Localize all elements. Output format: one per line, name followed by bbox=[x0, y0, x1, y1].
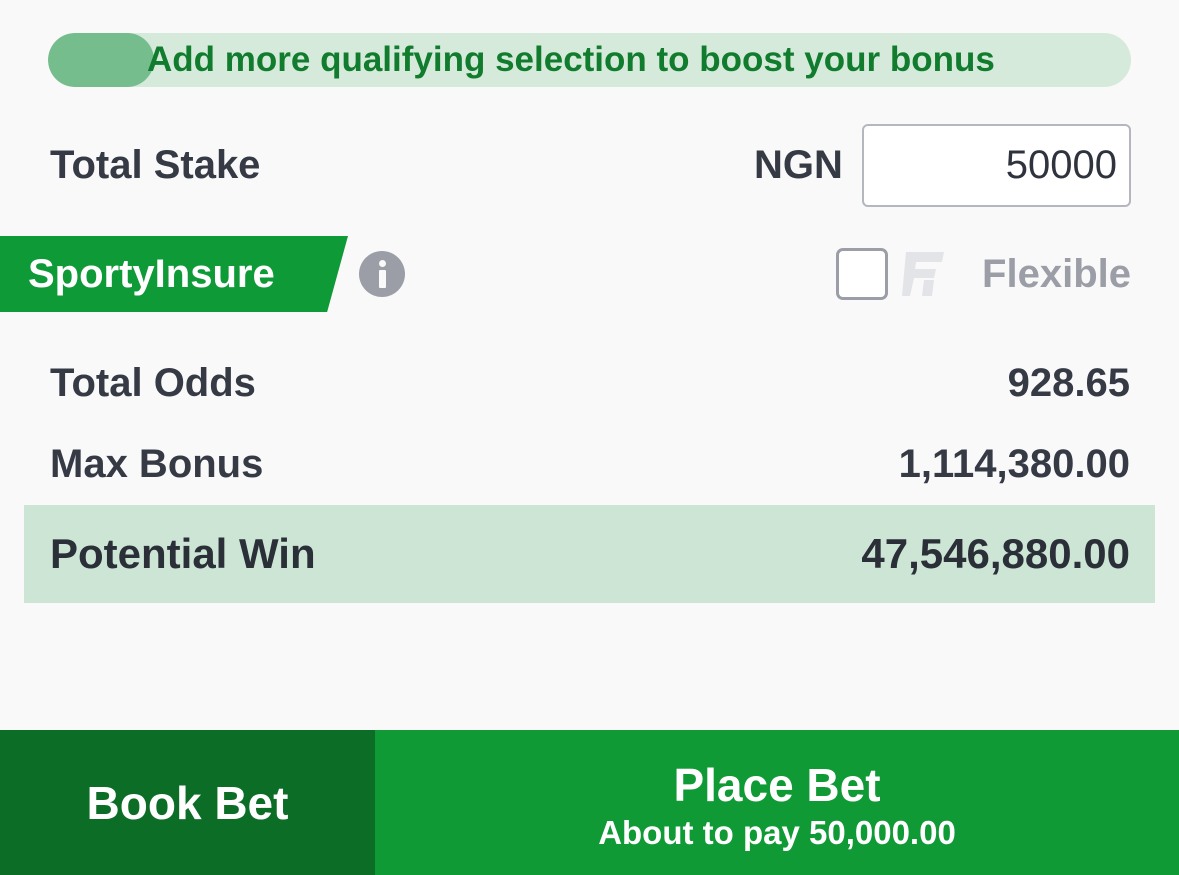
potential-win-label: Potential Win bbox=[50, 530, 316, 577]
total-odds-value: 928.65 bbox=[1007, 361, 1130, 405]
betslip-panel: Add more qualifying selection to boost y… bbox=[0, 0, 1179, 875]
bonus-progress-fill bbox=[48, 33, 154, 87]
potential-win-row: Potential Win 47,546,880.00 bbox=[24, 505, 1155, 603]
place-bet-amount: About to pay 50,000.00 bbox=[598, 814, 956, 851]
max-bonus-label: Max Bonus bbox=[50, 442, 264, 486]
max-bonus-value: 1,114,380.00 bbox=[898, 442, 1130, 486]
potential-win-value: 47,546,880.00 bbox=[861, 530, 1130, 577]
total-stake-label: Total Stake bbox=[50, 143, 261, 187]
currency-label: NGN bbox=[754, 143, 843, 187]
sportyinsure-label: SportyInsure bbox=[28, 252, 275, 296]
flexible-label[interactable]: Flexible bbox=[982, 252, 1131, 297]
place-bet-label: Place Bet bbox=[673, 759, 881, 811]
flexible-checkbox[interactable] bbox=[836, 248, 888, 300]
sportyinsure-tag[interactable]: SportyInsure bbox=[0, 236, 348, 312]
place-bet-button[interactable]: Place Bet About to pay 50,000.00 bbox=[375, 730, 1179, 875]
total-odds-label: Total Odds bbox=[50, 361, 256, 405]
bonus-progress-bar: Add more qualifying selection to boost y… bbox=[48, 33, 1131, 87]
bonus-hint-text: Add more qualifying selection to boost y… bbox=[147, 40, 995, 79]
book-bet-button[interactable]: Book Bet bbox=[0, 730, 375, 875]
stake-input[interactable] bbox=[862, 124, 1131, 207]
info-icon[interactable] bbox=[359, 251, 405, 297]
book-bet-label: Book Bet bbox=[86, 776, 289, 829]
flexible-logo-icon bbox=[902, 252, 944, 296]
